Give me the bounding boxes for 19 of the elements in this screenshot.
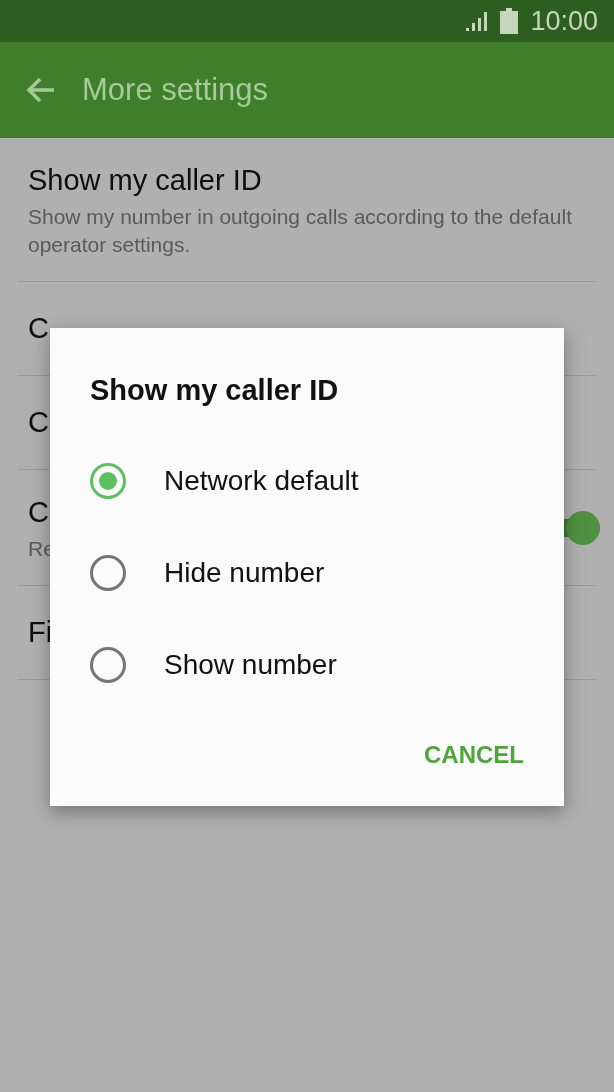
status-time: 10:00 [530, 5, 598, 37]
setting-title: C [28, 312, 50, 345]
radio-button[interactable] [90, 463, 126, 499]
dialog-title: Show my caller ID [90, 374, 340, 407]
screen-title: More settings [82, 72, 269, 108]
setting-title: Show my caller ID [28, 164, 263, 197]
back-arrow-icon[interactable] [26, 77, 56, 103]
option-label[interactable]: Hide number [164, 557, 325, 589]
signal-icon [464, 11, 489, 31]
setting-title: C [28, 406, 50, 439]
settings-item[interactable]: Show my caller ID Show my number in outgoing calls according to the default operator settings. [18, 138, 596, 282]
setting-title: C [28, 496, 50, 529]
radio-button[interactable] [90, 647, 126, 683]
setting-title: Fi [28, 616, 54, 649]
option-label[interactable]: Network default [164, 465, 359, 497]
radio-button[interactable] [90, 555, 126, 591]
option-label[interactable]: Show number [164, 649, 337, 681]
battery-icon [500, 8, 519, 34]
setting-description: Show my number in outgoing calls according to the default operator settings. [28, 204, 573, 258]
